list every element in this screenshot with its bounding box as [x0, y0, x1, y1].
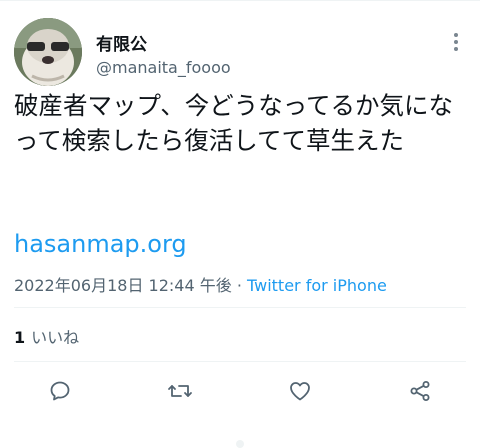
heart-icon — [290, 382, 310, 401]
like-button[interactable] — [286, 377, 314, 405]
tweet-text: 破産者マップ、今どうなってるか気になって検索したら復活してて草生えた — [14, 91, 454, 155]
retweet-button[interactable] — [166, 377, 194, 405]
timestamp[interactable]: 2022年06月18日 12:44 午後 — [14, 276, 232, 295]
divider — [14, 361, 466, 362]
top-divider — [0, 0, 480, 1]
user-handle[interactable]: @manaita_foooo — [96, 58, 231, 77]
likes-stat[interactable]: 1 いいね — [14, 324, 79, 348]
page-indicator — [236, 440, 244, 448]
tweet-link[interactable]: hasanmap.org — [14, 230, 187, 258]
display-name[interactable]: 有限公 — [96, 30, 147, 55]
share-icon — [410, 381, 430, 401]
likes-label: いいね — [31, 328, 80, 347]
source-link[interactable]: Twitter for iPhone — [247, 276, 387, 295]
meta-separator: · — [231, 276, 247, 295]
tweet-meta: 2022年06月18日 12:44 午後 · Twitter for iPhon… — [14, 272, 387, 296]
more-vertical-icon[interactable] — [446, 30, 466, 54]
divider — [14, 307, 466, 308]
reply-button[interactable] — [46, 377, 74, 405]
retweet-icon — [168, 385, 192, 397]
avatar[interactable] — [14, 18, 82, 86]
likes-count: 1 — [14, 328, 26, 347]
reply-icon — [50, 381, 70, 401]
share-button[interactable] — [406, 377, 434, 405]
avatar-image — [14, 18, 82, 86]
